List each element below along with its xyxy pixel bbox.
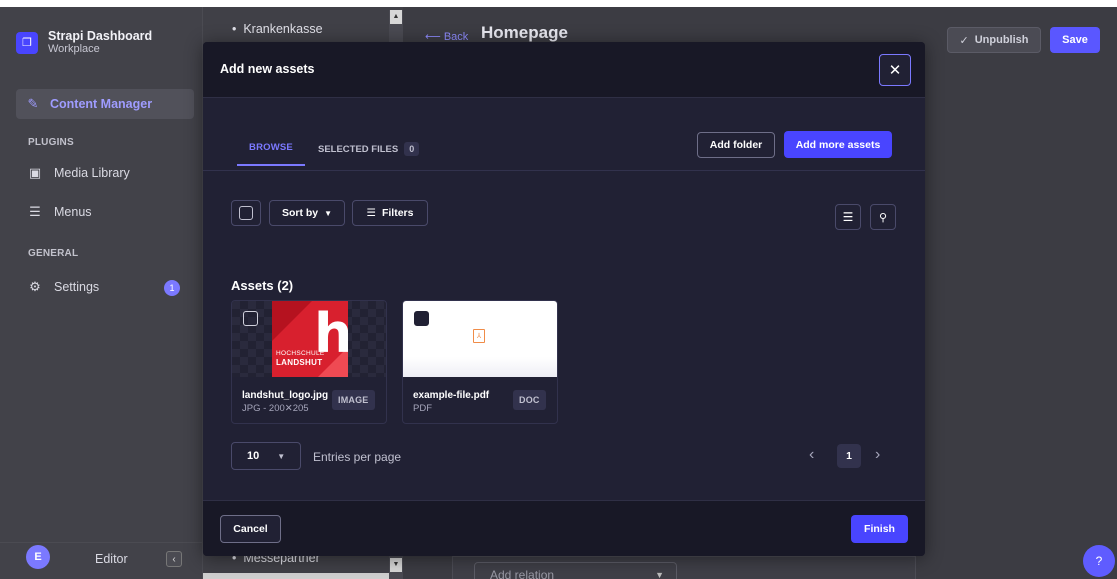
help-button[interactable]: ?: [1083, 545, 1115, 577]
tab-browse[interactable]: BROWSE: [237, 136, 305, 166]
sidebar-item-label: Content Manager: [50, 97, 153, 111]
unpublish-button[interactable]: ✓ Unpublish: [947, 27, 1041, 53]
horizontal-scrollbar[interactable]: [203, 573, 389, 579]
select-all-checkbox[interactable]: [231, 200, 261, 226]
sidebar-item-media-library[interactable]: ▣ Media Library: [28, 165, 130, 180]
scroll-down-arrow-icon[interactable]: ▼: [390, 558, 402, 572]
landshut-logo-image: h HOCHSCHULE LANDSHUT: [272, 301, 348, 377]
add-folder-button[interactable]: Add folder: [697, 132, 775, 158]
search-button[interactable]: ⚲: [870, 204, 896, 230]
section-general: GENERAL: [28, 248, 79, 259]
close-icon: ✕: [888, 62, 902, 79]
sidebar-item-settings[interactable]: ⚙ Settings: [28, 279, 100, 294]
sidebar-item-content-manager[interactable]: ✎ Content Manager: [16, 89, 194, 119]
search-icon: ⚲: [878, 211, 888, 224]
list-view-toggle[interactable]: ☰: [835, 204, 861, 230]
asset-type-badge: DOC: [513, 390, 546, 410]
brand-title: Strapi Dashboard: [48, 29, 153, 43]
add-assets-modal: Add new assets ✕ BROWSE SELECTED FILES 0…: [203, 42, 925, 556]
settings-badge: 1: [164, 280, 180, 296]
entries-per-page-select[interactable]: 10 ▼: [231, 442, 301, 470]
sidebar-item-menus[interactable]: ☰ Menus: [28, 204, 92, 219]
asset-name: example-file.pdf: [413, 390, 490, 401]
asset-meta: PDF: [413, 403, 432, 414]
collapse-sidebar-button[interactable]: ‹: [166, 551, 182, 567]
avatar[interactable]: E: [26, 545, 50, 569]
finish-button[interactable]: Finish: [851, 515, 908, 543]
modal-title: Add new assets: [220, 62, 315, 76]
menu-icon: ☰: [29, 204, 41, 219]
asset-type-badge: IMAGE: [332, 390, 375, 410]
pagination-current-page[interactable]: 1: [837, 444, 861, 468]
pdf-file-icon: ⅄: [473, 329, 485, 343]
sidebar-item-label: Menus: [54, 205, 92, 219]
check-icon: ✓: [959, 34, 969, 47]
app-root: ❐ Strapi Dashboard Workplace ✎ Content M…: [0, 0, 1117, 579]
asset-meta: JPG - 200✕205: [242, 403, 309, 414]
brand-subtitle: Workplace: [48, 43, 100, 55]
asset-checkbox[interactable]: [243, 311, 258, 326]
chevron-left-icon[interactable]: ‹: [809, 446, 814, 464]
modal-header: Add new assets ✕: [203, 42, 925, 98]
chevron-right-icon[interactable]: ›: [875, 446, 880, 464]
caret-down-icon: ▼: [277, 451, 286, 461]
entries-per-page-label: Entries per page: [313, 450, 402, 464]
scroll-up-arrow-icon[interactable]: ▲: [390, 10, 402, 24]
caret-down-icon: ▼: [655, 570, 664, 579]
user-role: Editor: [95, 552, 128, 566]
checkbox-box: [239, 206, 253, 220]
asset-card[interactable]: ⅄ example-file.pdf PDF DOC: [402, 300, 558, 424]
list-item[interactable]: • Krankenkasse: [232, 22, 323, 36]
gear-icon: ⚙: [29, 279, 41, 294]
logo-text: HOCHSCHULE: [276, 350, 325, 357]
pencil-icon: ✎: [27, 96, 39, 111]
brand: ❐ Strapi Dashboard Workplace: [16, 29, 152, 56]
modal-footer: [203, 500, 925, 556]
image-icon: ▣: [28, 165, 42, 180]
list-view-icon: ☰: [842, 210, 854, 224]
add-more-assets-button[interactable]: Add more assets: [784, 131, 892, 158]
sidebar-item-label: Media Library: [54, 166, 130, 180]
asset-checkbox[interactable]: [414, 311, 429, 326]
caret-down-icon: ▼: [324, 208, 333, 218]
tab-selected-files[interactable]: SELECTED FILES 0: [318, 142, 420, 156]
add-relation-select[interactable]: Add relation ▼: [474, 562, 677, 579]
logo-text: LANDSHUT: [276, 358, 323, 367]
filter-icon: ☰: [366, 207, 376, 219]
filters-button[interactable]: ☰ Filters: [352, 200, 428, 226]
save-button[interactable]: Save: [1050, 27, 1100, 53]
section-plugins: PLUGINS: [28, 137, 74, 148]
asset-name: landshut_logo.jpg: [242, 390, 329, 401]
selected-count-badge: 0: [404, 142, 420, 156]
cancel-button[interactable]: Cancel: [220, 515, 281, 543]
page-title: Homepage: [481, 23, 568, 42]
asset-card[interactable]: h HOCHSCHULE LANDSHUT landshut_logo.jpg …: [231, 300, 387, 424]
strapi-logo-icon: ❐: [16, 31, 38, 54]
sort-by-button[interactable]: Sort by ▼: [269, 200, 345, 226]
sidebar-item-label: Settings: [54, 280, 100, 294]
close-button[interactable]: ✕: [879, 54, 911, 86]
assets-heading: Assets (2): [231, 278, 294, 293]
